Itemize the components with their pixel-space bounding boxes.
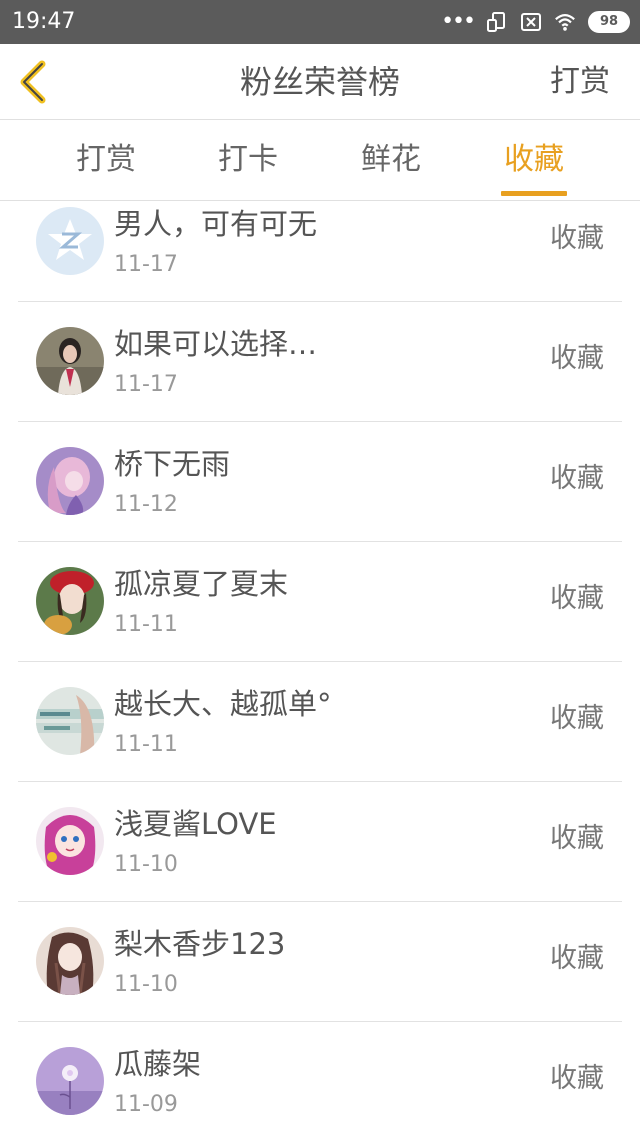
- status-icons: ••• 98: [441, 9, 630, 35]
- avatar: [36, 927, 104, 995]
- favorite-date: 11-12: [114, 492, 178, 517]
- favorite-date: 11-11: [114, 732, 178, 757]
- wifi-icon: [555, 14, 575, 31]
- favorite-label: 收藏: [550, 223, 604, 254]
- no-sim-icon: [521, 13, 541, 31]
- avatar: [36, 687, 104, 755]
- favorite-label: 收藏: [550, 703, 604, 734]
- list-item[interactable]: 如果可以选择… 11-17 收藏: [18, 302, 622, 422]
- status-time: 19:47: [12, 9, 76, 34]
- avatar: [36, 207, 104, 275]
- user-name: 桥下无雨: [114, 447, 231, 481]
- battery-icon: 98: [588, 11, 630, 33]
- user-name: 男人，可有可无: [114, 207, 318, 241]
- user-name: 越长大、越孤单°: [114, 687, 332, 721]
- favorite-date: 11-17: [114, 372, 178, 397]
- user-name: 瓜藤架: [114, 1047, 202, 1081]
- user-name: 梨木香步123: [114, 927, 286, 961]
- tab-flowers[interactable]: 鲜花: [351, 141, 431, 179]
- favorite-label: 收藏: [550, 463, 604, 494]
- user-name: 孤凉夏了夏末: [114, 567, 289, 601]
- list-item[interactable]: 越长大、越孤单° 11-11 收藏: [18, 662, 622, 782]
- favorite-date: 11-09: [114, 1092, 178, 1117]
- list-item[interactable]: 浅夏酱LOVE 11-10 收藏: [18, 782, 622, 902]
- list-item[interactable]: 男人，可有可无 11-17 收藏: [18, 202, 622, 302]
- page-title: 粉丝荣誉榜: [239, 63, 400, 101]
- favorite-label: 收藏: [550, 943, 604, 974]
- reward-button[interactable]: 打赏: [550, 64, 610, 100]
- favorite-date: 11-10: [114, 852, 178, 877]
- status-bar: 19:47 ••• 98: [0, 0, 640, 44]
- tab-reward[interactable]: 打赏: [66, 141, 146, 179]
- favorite-date: 11-10: [114, 972, 178, 997]
- favorite-label: 收藏: [550, 583, 604, 614]
- tab-bar: 打赏 打卡 鲜花 收藏: [0, 121, 640, 201]
- tab-favorites[interactable]: 收藏: [494, 141, 574, 179]
- favorite-label: 收藏: [550, 1063, 604, 1094]
- user-name: 浅夏酱LOVE: [114, 807, 277, 841]
- more-dots-icon: •••: [441, 9, 476, 34]
- avatar: [36, 567, 104, 635]
- list-item[interactable]: 梨木香步123 11-10 收藏: [18, 902, 622, 1022]
- list-item[interactable]: 瓜藤架 11-09 收藏: [18, 1022, 622, 1138]
- favorite-label: 收藏: [550, 823, 604, 854]
- avatar: [36, 807, 104, 875]
- screen-rotate-icon: [487, 12, 505, 32]
- fan-list: 男人，可有可无 11-17 收藏 如果可以选择… 11-17 收藏 桥下无雨 1…: [0, 202, 640, 1138]
- avatar: [36, 327, 104, 395]
- list-item[interactable]: 桥下无雨 11-12 收藏: [18, 422, 622, 542]
- header-bar: 粉丝荣誉榜 打赏: [0, 44, 640, 120]
- list-item[interactable]: 孤凉夏了夏末 11-11 收藏: [18, 542, 622, 662]
- favorite-label: 收藏: [550, 343, 604, 374]
- avatar: [36, 447, 104, 515]
- avatar: [36, 1047, 104, 1115]
- favorite-date: 11-11: [114, 612, 178, 637]
- favorite-date: 11-17: [114, 252, 178, 277]
- active-tab-indicator: [501, 191, 567, 196]
- user-name: 如果可以选择…: [114, 327, 318, 361]
- tab-checkin[interactable]: 打卡: [208, 141, 288, 179]
